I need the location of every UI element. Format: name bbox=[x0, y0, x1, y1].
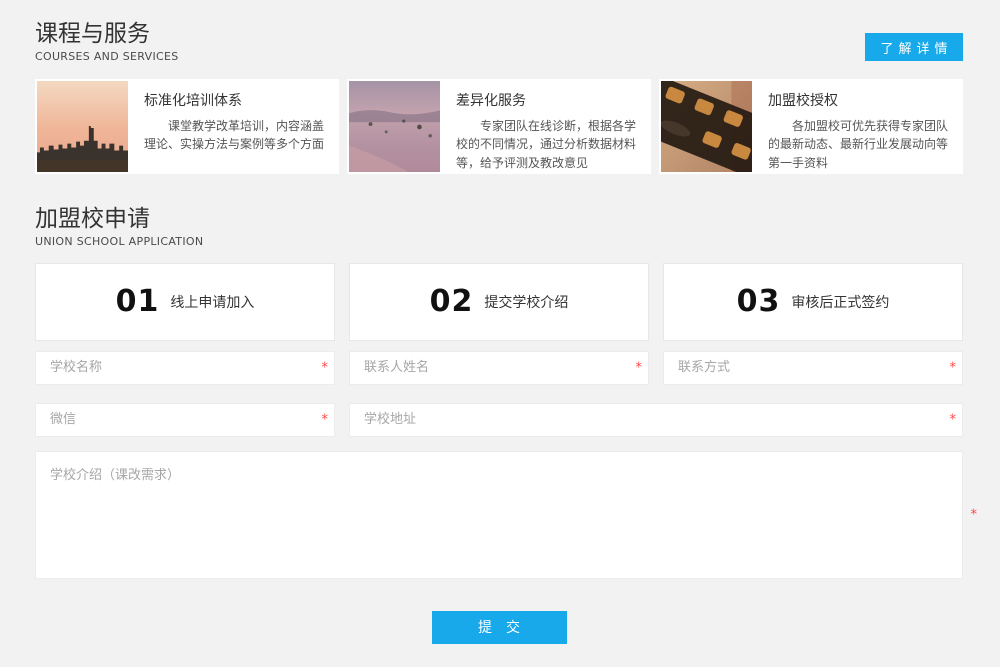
school-address-field: * bbox=[349, 403, 963, 437]
courses-heading: 课程与服务 COURSES AND SERVICES bbox=[35, 20, 179, 63]
application-section-header: 加盟校申请 UNION SCHOOL APPLICATION bbox=[35, 205, 963, 248]
application-title: 加盟校申请 bbox=[35, 205, 963, 234]
wechat-input[interactable] bbox=[35, 403, 335, 437]
film-strip-image bbox=[661, 81, 752, 172]
contact-method-field: * bbox=[663, 351, 963, 385]
step-number: 01 bbox=[116, 284, 160, 319]
required-asterisk: * bbox=[950, 413, 957, 426]
contact-name-input[interactable] bbox=[349, 351, 649, 385]
courses-subtitle: COURSES AND SERVICES bbox=[35, 50, 179, 63]
step-number: 03 bbox=[737, 284, 781, 319]
city-skyline-sunset-image bbox=[37, 81, 128, 172]
school-name-field: * bbox=[35, 351, 335, 385]
card-title: 差异化服务 bbox=[456, 90, 639, 110]
submit-row: 提交 bbox=[35, 611, 963, 644]
step-submit-intro: 02 提交学校介绍 bbox=[349, 263, 649, 341]
step-sign-contract: 03 审核后正式签约 bbox=[663, 263, 963, 341]
course-card-training-system: 标准化培训体系 课堂教学改革培训，内容涵盖理论、实操方法与案例等多个方面 bbox=[35, 79, 339, 174]
card-title: 加盟校授权 bbox=[768, 90, 951, 110]
required-asterisk: * bbox=[950, 361, 957, 374]
course-card-franchise-authorization: 加盟校授权 各加盟校可优先获得专家团队的最新动态、最新行业发展动向等第一手资料 bbox=[659, 79, 963, 174]
contact-method-input[interactable] bbox=[663, 351, 963, 385]
card-description: 课堂教学改革培训，内容涵盖理论、实操方法与案例等多个方面 bbox=[144, 117, 327, 154]
application-form: * * * * * bbox=[35, 351, 963, 437]
card-description: 专家团队在线诊断，根据各学校的不同情况，通过分析数据材料等，给予评测及教改意见 bbox=[456, 117, 639, 173]
courses-title: 课程与服务 bbox=[35, 20, 179, 49]
step-label: 线上申请加入 bbox=[170, 292, 254, 312]
card-title: 标准化培训体系 bbox=[144, 90, 327, 110]
school-intro-textarea[interactable] bbox=[35, 451, 963, 579]
step-label: 审核后正式签约 bbox=[791, 292, 889, 312]
courses-section-header: 课程与服务 COURSES AND SERVICES 了解详情 bbox=[35, 20, 963, 63]
required-asterisk: * bbox=[636, 361, 643, 374]
wechat-field: * bbox=[35, 403, 335, 437]
required-asterisk: * bbox=[971, 508, 978, 521]
course-cards-row: 标准化培训体系 课堂教学改革培训，内容涵盖理论、实操方法与案例等多个方面 bbox=[35, 79, 963, 174]
step-label: 提交学校介绍 bbox=[484, 292, 568, 312]
application-steps-row: 01 线上申请加入 02 提交学校介绍 03 审核后正式签约 bbox=[35, 263, 963, 341]
step-number: 02 bbox=[430, 284, 474, 319]
step-online-apply: 01 线上申请加入 bbox=[35, 263, 335, 341]
required-asterisk: * bbox=[322, 413, 329, 426]
school-intro-field: * bbox=[35, 451, 963, 579]
learn-more-button[interactable]: 了解详情 bbox=[865, 33, 963, 61]
application-subtitle: UNION SCHOOL APPLICATION bbox=[35, 235, 963, 248]
contact-name-field: * bbox=[349, 351, 649, 385]
course-card-differentiated-service: 差异化服务 专家团队在线诊断，根据各学校的不同情况，通过分析数据材料等，给予评测… bbox=[347, 79, 651, 174]
school-address-input[interactable] bbox=[349, 403, 963, 437]
required-asterisk: * bbox=[322, 361, 329, 374]
desert-dusk-image bbox=[349, 81, 440, 172]
card-description: 各加盟校可优先获得专家团队的最新动态、最新行业发展动向等第一手资料 bbox=[768, 117, 951, 173]
submit-button[interactable]: 提交 bbox=[432, 611, 567, 644]
page: 课程与服务 COURSES AND SERVICES 了解详情 bbox=[0, 0, 1000, 667]
school-name-input[interactable] bbox=[35, 351, 335, 385]
